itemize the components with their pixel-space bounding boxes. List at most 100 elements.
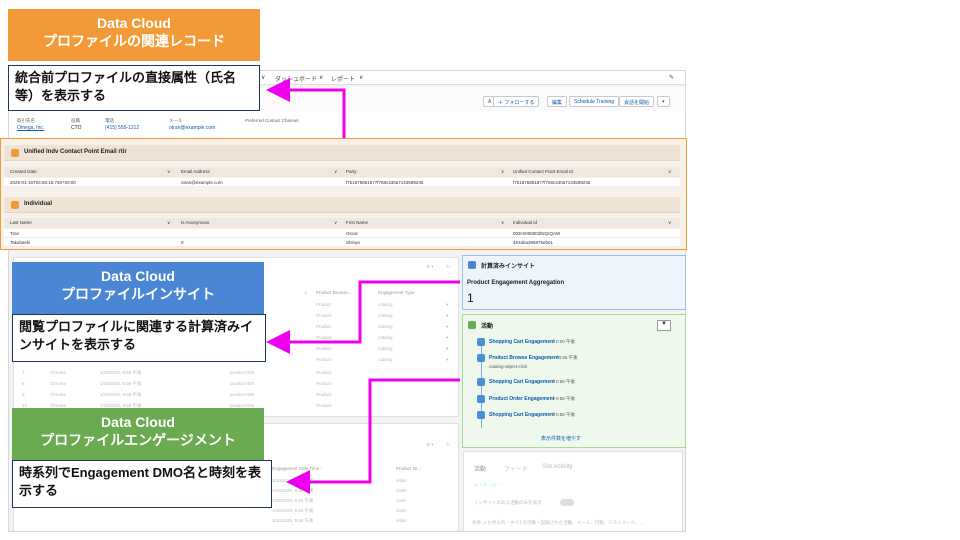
callout-title-line1: Data Cloud xyxy=(101,414,175,430)
record-icon xyxy=(11,201,19,209)
chevron-down-icon[interactable]: ∨ xyxy=(167,220,170,226)
callout-title-line2: プロファイルエンゲージメント xyxy=(40,432,236,448)
row-action-icon[interactable]: ▾ xyxy=(446,313,448,319)
cell: catalog xyxy=(378,302,393,307)
schedule-training-button[interactable]: Schedule Training xyxy=(569,96,620,107)
activity-heading: 活動 xyxy=(481,324,494,330)
col-chevron-icon[interactable]: ∨ xyxy=(304,290,307,296)
cell: Tran xyxy=(10,231,20,236)
col-header[interactable]: Product Browse... xyxy=(316,290,352,295)
chevron-down-icon[interactable]: ∨ xyxy=(334,169,337,175)
col-header[interactable]: Created Date xyxy=(10,169,37,174)
cell: Takahashi xyxy=(10,240,31,245)
cell: 1/16/2025, 5:48 午後 xyxy=(272,508,314,513)
chevron-down-icon[interactable]: ∨ xyxy=(501,169,504,175)
cell: catalog xyxy=(378,335,393,340)
nav-chevron-icon[interactable]: ∨ xyxy=(359,74,363,81)
cell: catalog xyxy=(378,313,393,318)
callout-engagement-title: Data Cloud プロファイルエンゲージメント xyxy=(12,408,264,460)
start-conversation-button[interactable]: 会話を開始 xyxy=(619,96,655,107)
activity-item-link[interactable]: Shopping Cart Engagement xyxy=(489,379,555,385)
company-link[interactable]: Omega, Inc. xyxy=(17,125,44,131)
nav-dashboard[interactable]: ダッシュボード xyxy=(275,74,317,83)
col-header[interactable]: Individual Id xyxy=(513,220,537,225)
col-header[interactable]: Product Or... xyxy=(396,466,421,471)
activity-item-link[interactable]: Product Order Engagement xyxy=(489,396,554,402)
chevron-down-icon[interactable]: ∨ xyxy=(334,220,337,226)
activity-item-link[interactable]: Shopping Cart Engagement xyxy=(489,412,555,418)
row-action-icon[interactable]: ▾ xyxy=(446,324,448,330)
filter-icon[interactable]: ▼ xyxy=(657,320,671,331)
preferred-channel-label: Preferred Contact Channel xyxy=(245,118,299,123)
edit-pencil-icon[interactable]: ✎ xyxy=(669,74,674,81)
cell: 1/16/2025, 5:45 午後 xyxy=(272,488,314,493)
title-label: 役職 xyxy=(71,118,80,123)
nav-chevron-icon[interactable]: ∨ xyxy=(261,74,265,81)
nav-report[interactable]: レポート xyxy=(331,74,355,83)
chevron-down-icon[interactable]: ∨ xyxy=(167,169,170,175)
settings-icon[interactable]: ⚙ ▾ xyxy=(426,442,434,448)
cell: Chrome xyxy=(50,370,67,375)
refresh-icon[interactable]: ↻ xyxy=(446,442,450,448)
callout-engagement-desc: 時系列でEngagement DMO名と時刻を表示する xyxy=(12,460,272,508)
cell: Chrome xyxy=(50,392,67,397)
cell: order xyxy=(396,478,407,483)
cell: 7 xyxy=(22,370,25,375)
cell: 1/16/2025, 5:59 午後 xyxy=(100,392,142,397)
tab-activity[interactable]: 活動 xyxy=(474,464,486,473)
settings-icon[interactable]: ⚙ ▾ xyxy=(426,264,434,270)
filter-text: 条件: 2 か月以内・すべての活動・記録された活動、メール、行動、リストメール、… xyxy=(472,520,645,525)
tab-feed[interactable]: フィード xyxy=(504,464,528,473)
insight-toggle[interactable] xyxy=(560,499,574,506)
refresh-icon[interactable]: ↻ xyxy=(446,264,450,270)
activity-subtext: catalog-object-click xyxy=(489,364,528,369)
chevron-down-icon[interactable]: ∨ xyxy=(668,220,671,226)
col-header[interactable]: Unified Contact Point Email Id xyxy=(513,169,573,174)
nav-chevron-icon[interactable]: ∨ xyxy=(319,74,323,81)
activity-time: • 0:56 午後 xyxy=(553,396,576,401)
insight-icon xyxy=(468,261,476,269)
show-more-link[interactable]: 表示件数を増やす xyxy=(541,435,581,442)
chevron-down-icon[interactable]: ∨ xyxy=(668,169,671,175)
table-row: 2025-01-16T04:56:16.740+00:00 otran@exam… xyxy=(4,178,680,187)
cell: catalog xyxy=(378,346,393,351)
cell: Product xyxy=(316,313,332,318)
cell: Product xyxy=(316,335,332,340)
col-header[interactable]: Last Name xyxy=(10,220,32,225)
table-row: Tran Oscar 003Hr000002lNQrQAW xyxy=(4,229,680,238)
col-header[interactable]: Email Address xyxy=(181,169,210,174)
cell: product-005 xyxy=(230,392,255,397)
row-action-icon[interactable]: ▾ xyxy=(446,357,448,363)
engagement-icon xyxy=(477,354,485,362)
activity-item-link[interactable]: Product Browse Engagement xyxy=(489,355,559,361)
cell: Product xyxy=(316,357,332,362)
new-task-icon[interactable]: ▣ ▾ ▣ ▾ ▣ ▾ xyxy=(474,482,500,488)
phone-link[interactable]: (415) 555-1212 xyxy=(105,125,139,131)
edit-button[interactable]: 編集 xyxy=(547,96,568,107)
col-header[interactable]: Engagement Type xyxy=(378,290,414,295)
card-title[interactable]: Individual xyxy=(24,201,52,207)
col-header[interactable]: First Name xyxy=(346,220,368,225)
cell: 1/16/2025, 5:59 午後 xyxy=(100,370,142,375)
follow-button[interactable]: ＋ フォローする xyxy=(493,96,540,107)
callout-related-desc: 統合前プロファイルの直接属性（氏名等）を表示する xyxy=(8,65,260,111)
activity-icon xyxy=(468,321,476,329)
cell: 003Hr000002lNQrQAW xyxy=(513,231,561,236)
row-action-icon[interactable]: ▾ xyxy=(446,335,448,341)
cell: 463aba395875eb01 xyxy=(513,240,554,245)
col-header[interactable]: Is Anonymous xyxy=(181,220,209,225)
tab-site-activity[interactable]: Site Activity xyxy=(542,464,573,470)
row-action-icon[interactable]: ▾ xyxy=(446,346,448,352)
email-link[interactable]: otran@example.com xyxy=(169,125,215,131)
activity-time: • 0:56 午後 xyxy=(553,412,576,417)
row-action-icon[interactable]: ▾ xyxy=(446,302,448,308)
col-header[interactable]: Party xyxy=(346,169,357,174)
cell: Product xyxy=(316,381,332,386)
chevron-down-icon[interactable]: ∨ xyxy=(501,220,504,226)
cell: Product xyxy=(316,403,332,408)
activity-item-link[interactable]: Shopping Cart Engagement xyxy=(489,339,555,345)
card-title[interactable]: Unified Indv Contact Point Email rtir xyxy=(24,149,127,155)
cell: otran@example.com xyxy=(181,180,223,185)
more-actions-chevron-icon[interactable]: ▾ xyxy=(657,96,670,107)
col-header[interactable]: Engagement Date Time ↑ xyxy=(272,466,323,471)
